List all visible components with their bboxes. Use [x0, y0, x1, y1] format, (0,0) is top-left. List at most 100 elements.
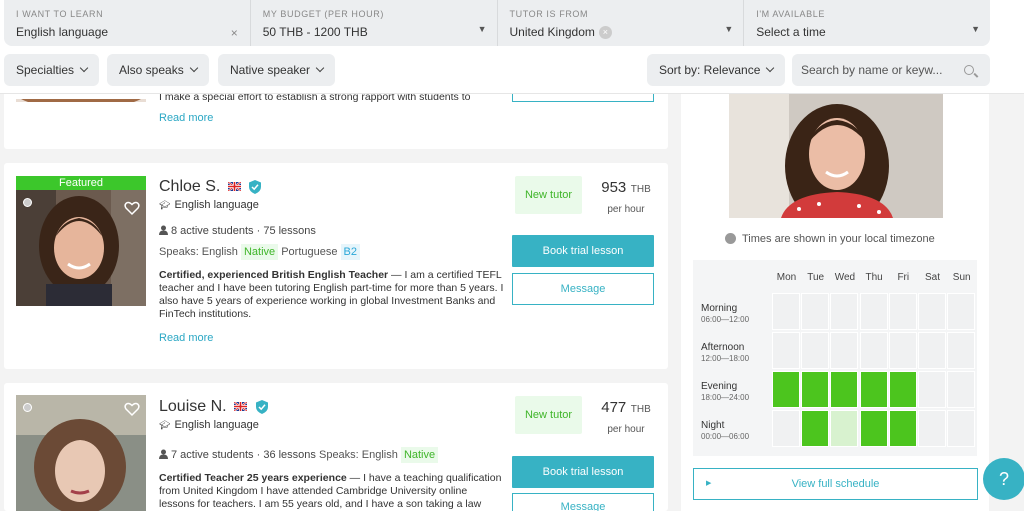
availability-cell: [801, 332, 830, 369]
chevron-down-icon: [766, 63, 775, 73]
availability-cell: [772, 371, 800, 408]
availability-cell: [888, 410, 917, 447]
day-header: Thu: [865, 272, 883, 283]
price-unit: per hour: [607, 424, 645, 435]
day-header: Fri: [897, 272, 910, 283]
sort-label: Sort by: Relevance: [659, 63, 761, 77]
tutor-preview-panel: Times are shown in your local timezone M…: [681, 94, 989, 511]
chevron-down-icon: [79, 63, 89, 73]
new-tutor-badge: New tutor: [515, 176, 582, 214]
heart-icon[interactable]: [124, 401, 140, 417]
price-amount: 477: [601, 399, 627, 416]
filter-availability[interactable]: I'M AVAILABLE Select a time ▼: [744, 0, 990, 46]
caret-down-icon: ▼: [724, 24, 734, 34]
day-header: Wed: [834, 272, 856, 283]
filter-country-label: TUTOR IS FROM: [509, 9, 589, 19]
availability-cell: [859, 410, 888, 447]
tutor-stats: 7 active students · 36 lessons: [171, 449, 316, 461]
time-slot-name: Night: [701, 420, 725, 431]
tutor-subject: English language: [174, 199, 259, 211]
time-slot-name: Evening: [701, 381, 738, 392]
graduation-cap-icon: 🎓︎: [159, 420, 171, 430]
message-button[interactable]: Message: [512, 273, 654, 305]
filter-country[interactable]: TUTOR IS FROM United Kingdom × ▼: [498, 0, 745, 46]
tutor-name[interactable]: Louise N.: [159, 398, 227, 415]
help-button[interactable]: ?: [983, 458, 1024, 500]
tutor-portrait: [16, 176, 146, 306]
timezone-text: Times are shown in your local timezone: [742, 233, 935, 245]
sort-dropdown[interactable]: Sort by: Relevance: [647, 54, 786, 86]
book-trial-button[interactable]: Book trial lesson: [512, 456, 654, 488]
user-icon: [159, 225, 168, 235]
level-badge: Native: [400, 447, 439, 463]
day-header: Mon: [776, 272, 797, 283]
filter-subject-label: I WANT TO LEARN: [16, 9, 104, 19]
status-dot: [23, 403, 32, 412]
availability-cell: [859, 293, 888, 330]
availability-cell: [947, 371, 976, 408]
availability-cell: [947, 332, 976, 369]
heart-icon[interactable]: [124, 200, 140, 216]
price-currency: THB: [630, 404, 651, 415]
tutor-subject-row: 🎓︎ English language: [159, 419, 259, 431]
also-speaks-dropdown[interactable]: Also speaks: [107, 54, 209, 86]
intro-video[interactable]: [729, 94, 943, 218]
read-more-link[interactable]: Read more: [159, 332, 213, 344]
search-input[interactable]: [801, 63, 951, 77]
tutor-headline: Certified Teacher 25 years experience: [159, 472, 347, 484]
message-button[interactable]: Message: [512, 493, 654, 511]
availability-cell: [830, 293, 859, 330]
availability-cell: [918, 410, 946, 447]
caret-right-icon: ▶: [706, 480, 712, 487]
availability-cell: [888, 293, 917, 330]
user-icon: [159, 449, 168, 459]
caret-down-icon: ▼: [477, 24, 487, 34]
filter-country-field: United Kingdom ×: [510, 25, 732, 40]
filter-subject[interactable]: I WANT TO LEARN English language ×: [4, 0, 251, 46]
specialties-dropdown[interactable]: Specialties: [4, 54, 100, 86]
message-button[interactable]: [512, 94, 654, 102]
featured-badge: Featured: [16, 176, 146, 190]
filter-availability-value: Select a time: [756, 25, 826, 39]
search-icon[interactable]: [964, 65, 974, 75]
view-full-schedule-button[interactable]: ▶ View full schedule: [693, 468, 978, 500]
tutor-name-row: Chloe S.: [159, 178, 262, 196]
native-speaker-dropdown[interactable]: Native speaker: [218, 54, 336, 86]
tutor-photo[interactable]: Featured: [16, 176, 146, 306]
availability-cell: [830, 332, 859, 369]
day-header: Tue: [807, 272, 825, 283]
level-badge: B2: [340, 244, 360, 260]
time-slot-label: Night 00:00—06:00: [701, 420, 749, 441]
time-slot-range: 00:00—06:00: [701, 432, 750, 441]
tutor-description: Certified, experienced British English T…: [159, 269, 504, 326]
search-box: [792, 54, 990, 86]
tutor-name[interactable]: Chloe S.: [159, 178, 220, 195]
new-tutor-badge: New tutor: [515, 396, 582, 434]
tutor-subject-row: 🎓︎ English language: [159, 199, 259, 211]
day-header: Sun: [952, 272, 971, 283]
tutor-photo[interactable]: [16, 395, 146, 511]
clear-icon[interactable]: ×: [231, 26, 238, 40]
read-more-link[interactable]: Read more: [159, 112, 213, 124]
time-slot-label: Evening 18:00—24:00: [701, 381, 749, 402]
clear-chip-icon[interactable]: ×: [598, 26, 612, 40]
filter-budget-label: MY BUDGET (PER HOUR): [262, 9, 384, 19]
tutor-photo[interactable]: [16, 94, 146, 102]
availability-cell: [859, 332, 888, 369]
speaks-label: Speaks: English: [318, 449, 398, 461]
also-speaks-label: Also speaks: [119, 63, 184, 77]
timezone-note: Times are shown in your local timezone: [725, 232, 935, 245]
filter-budget[interactable]: MY BUDGET (PER HOUR) 50 THB - 1200 THB ▼: [251, 0, 498, 46]
time-slot-range: 12:00—18:00: [701, 354, 750, 363]
tutor-stats-row: 7 active students · 36 lessons Speaks: E…: [159, 447, 439, 463]
tutor-stats: 8 active students · 75 lessons: [171, 225, 316, 237]
time-slot-label: Morning 06:00—12:00: [701, 303, 749, 324]
globe-icon: [725, 232, 736, 244]
availability-cell: [947, 293, 976, 330]
caret-down-icon: ▼: [971, 24, 980, 34]
availability-cell: [918, 332, 946, 369]
price-unit: per hour: [607, 204, 645, 215]
availability-cell: [947, 410, 976, 447]
book-trial-button[interactable]: Book trial lesson: [512, 235, 654, 267]
price-block: 477 THB per hour: [594, 399, 658, 435]
